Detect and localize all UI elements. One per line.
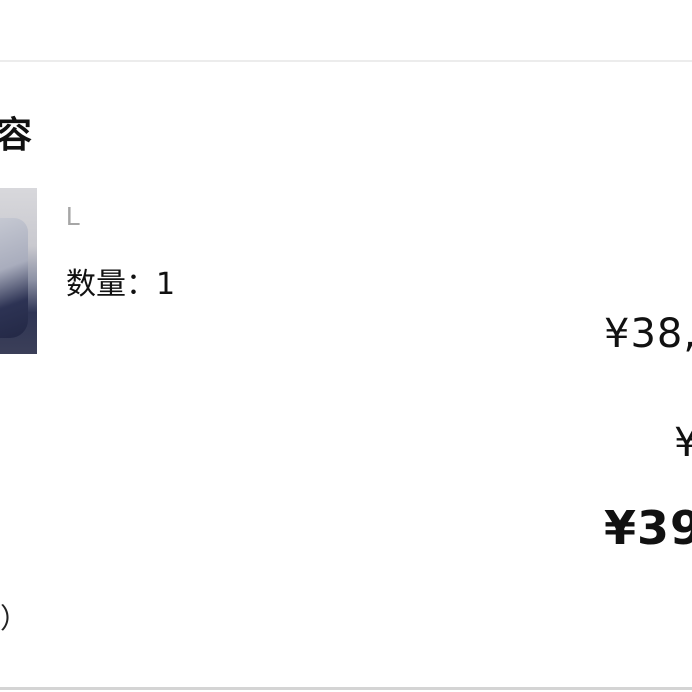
total-price-container: ¥39 [604,500,692,560]
section-title: 容 [0,115,33,156]
secondary-price: ¥ [674,420,692,466]
product-image-shape [0,218,28,338]
tax-note: 税） [0,602,29,635]
bottom-divider [0,687,692,690]
top-divider [0,60,692,62]
tax-note-container: 税） [0,596,40,644]
product-variant: L [66,201,81,231]
item-price: ¥38, [604,311,692,357]
item-price-container: ¥38, [604,308,692,364]
product-thumbnail[interactable] [0,188,37,354]
top-header-area [0,0,692,60]
total-price: ¥39 [604,501,692,555]
secondary-price-container: ¥ [674,420,692,470]
order-summary-page: 容 L 数量：1 ¥38, ¥ ¥39 税） [0,0,692,692]
product-quantity: 数量：1 [66,267,176,302]
